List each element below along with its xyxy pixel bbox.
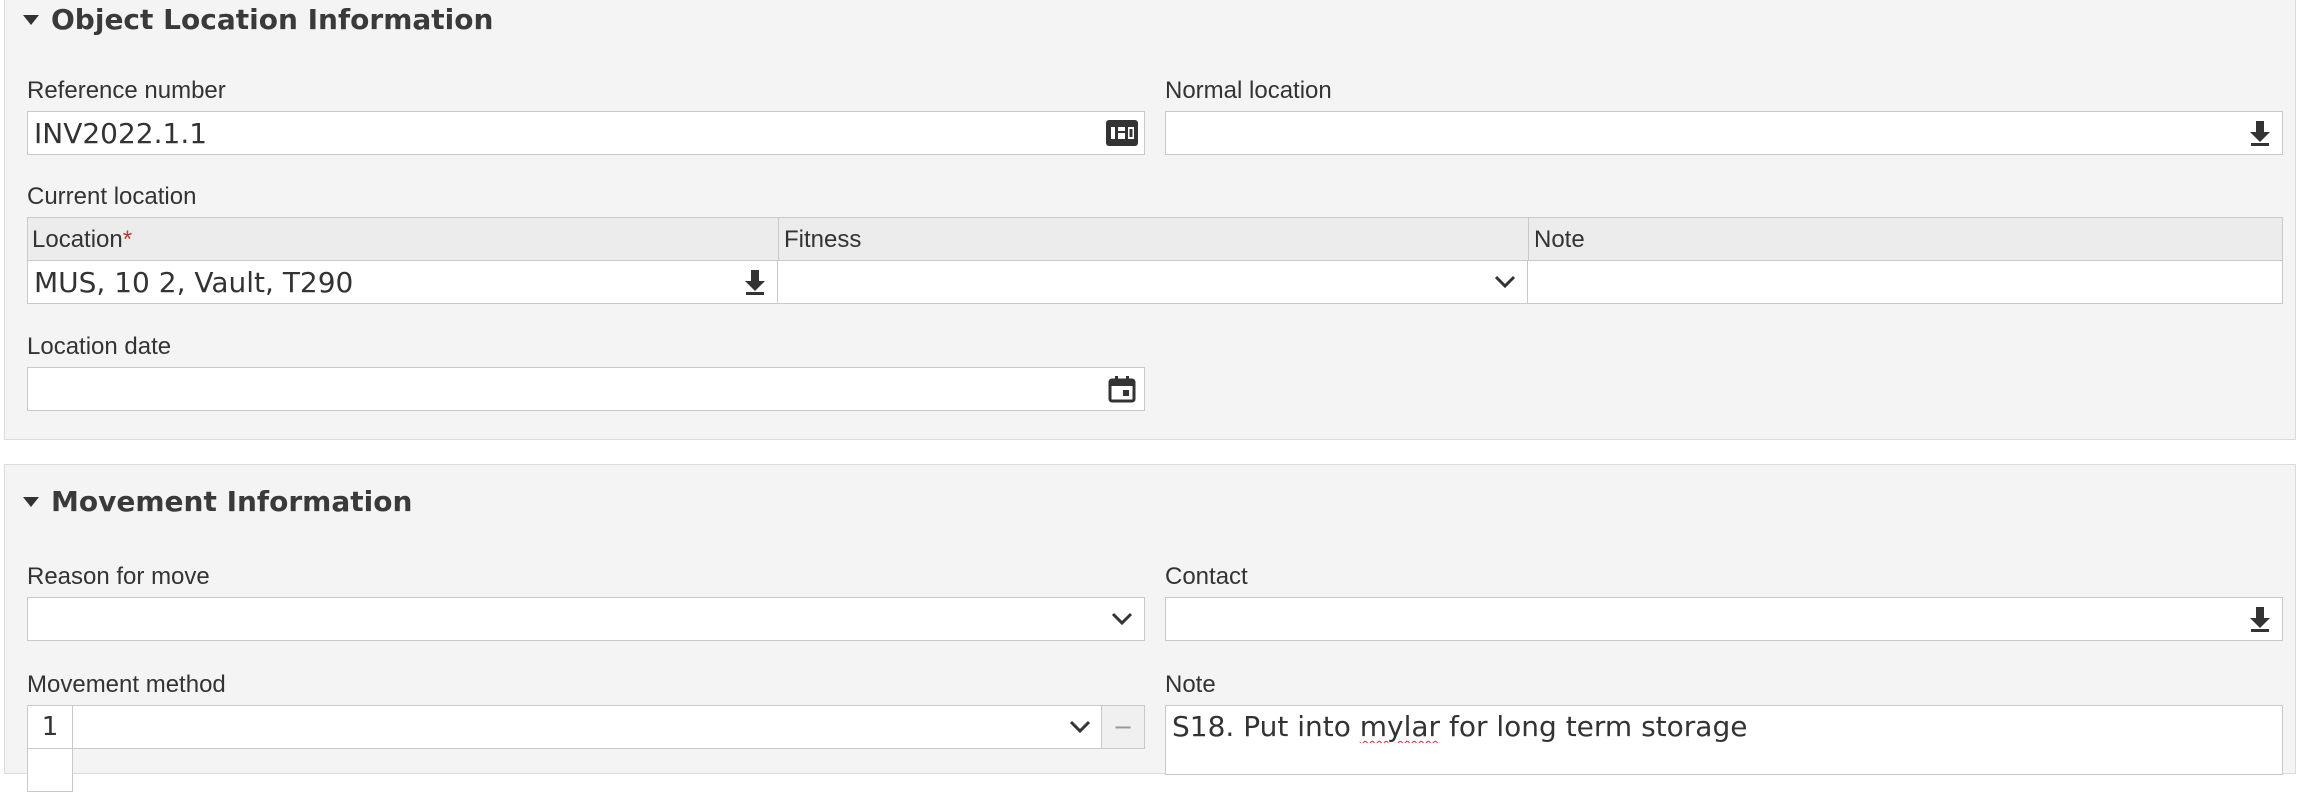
current-location-label: Current location <box>27 183 197 210</box>
movement-note-label: Note <box>1165 671 1216 698</box>
chevron-down-icon[interactable] <box>1100 598 1144 640</box>
download-arrow-icon[interactable] <box>2238 112 2282 154</box>
normal-location-field[interactable] <box>1165 111 2283 155</box>
location-column-header: Location* <box>32 226 133 253</box>
fitness-column-header: Fitness <box>784 226 862 253</box>
location-value[interactable]: MUS, 10 2, Vault, T290 <box>28 266 733 299</box>
reason-for-move-label: Reason for move <box>27 563 210 590</box>
movement-method-row-number: 1 <box>27 705 73 749</box>
reference-number-field[interactable]: INV2022.1.1 <box>27 111 1145 155</box>
current-location-note-field[interactable] <box>1527 260 2283 304</box>
object-location-header[interactable]: Object Location Information <box>23 3 493 36</box>
download-arrow-icon[interactable] <box>733 261 777 303</box>
movement-note-field[interactable]: S18. Put into mylar for long term storag… <box>1165 705 2283 775</box>
location-field[interactable]: MUS, 10 2, Vault, T290 <box>27 260 778 304</box>
normal-location-label: Normal location <box>1165 77 1332 104</box>
location-date-label: Location date <box>27 333 172 360</box>
reason-for-move-select[interactable] <box>27 597 1145 641</box>
remove-row-button[interactable]: − <box>1101 705 1145 749</box>
contact-field[interactable] <box>1165 597 2283 641</box>
note-column-header: Note <box>1534 226 1585 253</box>
movement-panel: Movement Information Reason for move Con… <box>4 464 2296 792</box>
movement-note-value[interactable]: S18. Put into mylar for long term storag… <box>1166 710 2282 743</box>
fitness-select[interactable] <box>777 260 1528 304</box>
collapse-caret-icon[interactable] <box>23 496 39 507</box>
contact-label: Contact <box>1165 563 1248 590</box>
movement-method-label: Movement method <box>27 671 226 698</box>
movement-title: Movement Information <box>51 485 413 518</box>
object-location-title: Object Location Information <box>51 3 494 36</box>
movement-header[interactable]: Movement Information <box>23 485 412 518</box>
reference-number-label: Reference number <box>27 77 226 104</box>
object-location-panel: Object Location Information Reference nu… <box>4 0 2296 440</box>
required-marker: * <box>122 226 133 253</box>
misspelled-word: mylar <box>1359 710 1441 743</box>
number-generator-icon[interactable] <box>1100 112 1144 154</box>
chevron-down-icon[interactable] <box>1058 706 1102 748</box>
current-location-grid-header: Location* Fitness Note <box>27 217 2283 261</box>
chevron-down-icon[interactable] <box>1483 261 1527 303</box>
calendar-icon[interactable] <box>1100 368 1144 410</box>
collapse-caret-icon[interactable] <box>23 14 39 25</box>
download-arrow-icon[interactable] <box>2238 598 2282 640</box>
reference-number-value[interactable]: INV2022.1.1 <box>28 117 1100 150</box>
location-date-field[interactable] <box>27 367 1145 411</box>
movement-method-select[interactable] <box>72 705 1103 749</box>
movement-method-next-row <box>27 748 73 792</box>
